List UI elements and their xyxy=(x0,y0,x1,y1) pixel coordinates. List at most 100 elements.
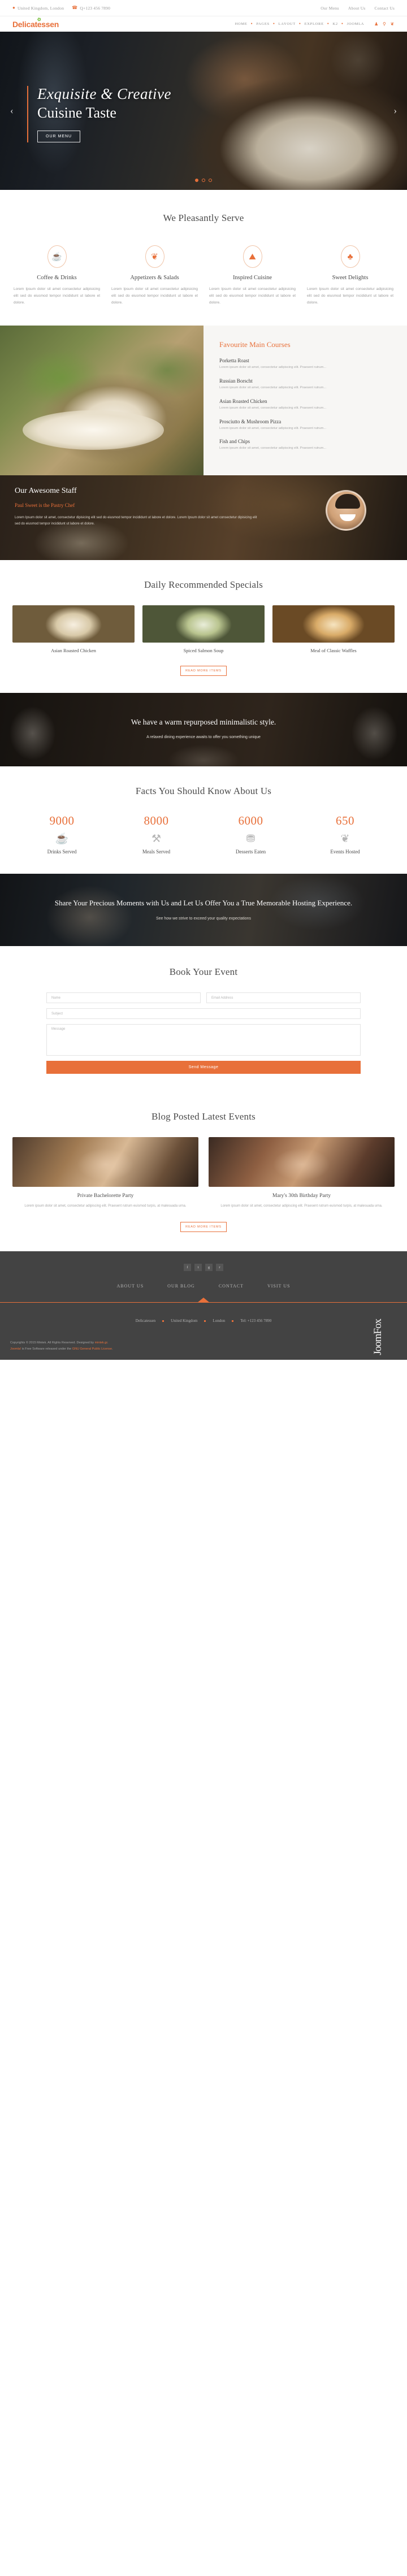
menu-item[interactable]: Prosciutto & Mushroom Pizza Lorem ipsum … xyxy=(219,419,390,432)
menu-item-name: Porketta Roast xyxy=(219,358,249,364)
footer-link-our-blog[interactable]: OUR BLOG xyxy=(167,1283,195,1289)
menu-item[interactable]: Fish and Chips Lorem ipsum dolor sit ame… xyxy=(219,439,390,452)
search-icon[interactable]: ⚲ xyxy=(383,21,387,27)
topbar-link-about-us[interactable]: About Us xyxy=(348,6,366,11)
cake-icon: ⛃ xyxy=(246,833,256,845)
joomla-link[interactable]: Joomla! xyxy=(10,1347,21,1351)
staff-title: Our Awesome Staff xyxy=(15,487,77,496)
topbar-link-our-menu[interactable]: Our Menu xyxy=(321,6,339,11)
service-text: Lorem Ipsum dolor sit amet consectetur a… xyxy=(14,287,100,305)
roast-dish-photo xyxy=(0,326,204,476)
footer-link-visit-us[interactable]: VISIT US xyxy=(267,1283,291,1289)
service-card-inspired-cuisine[interactable]: ⛰ Inspired Cuisine Lorem Ipsum dolor sit… xyxy=(204,245,301,306)
topbar-location: ● United Kingdom, London xyxy=(12,6,64,11)
cta-banner: Share Your Precious Moments with Us and … xyxy=(0,874,407,947)
hero-title-italic: Exquisite & Creative xyxy=(37,85,171,102)
specials-read-more-button[interactable]: Read More Items xyxy=(180,666,227,676)
rss-icon[interactable]: r xyxy=(216,1264,223,1272)
fact-number: 6000 xyxy=(238,814,263,828)
send-message-button[interactable]: Send Message xyxy=(46,1061,361,1074)
service-card-appetizers-salads[interactable]: ❦ Appetizers & Salads Lorem Ipsum dolor … xyxy=(106,245,204,306)
booking-form: Name Email Address Subject Message Send … xyxy=(34,992,373,1074)
services-section: We Pleasantly Serve ☕ Coffee & Drinks Lo… xyxy=(0,190,407,326)
nav-item-k2[interactable]: K2 xyxy=(333,22,338,26)
copyright-line-2: Joomla! is Free Software released under … xyxy=(10,1346,397,1352)
hero-cta-button[interactable]: Our Menu xyxy=(37,130,81,142)
nav-item-layout[interactable]: LAYOUT xyxy=(279,22,296,26)
service-card-sweet-delights[interactable]: ♣ Sweet Delights Lorem Ipsum dolor sit a… xyxy=(301,245,399,306)
gpl-license-link[interactable]: GNU General Public License xyxy=(72,1347,112,1351)
booking-form-row: Name Email Address xyxy=(46,992,361,1004)
designer-link[interactable]: mintek.gr xyxy=(95,1341,107,1345)
menu-item-desc: Lorem ipsum dolor sit amet, consectetur … xyxy=(219,446,327,450)
service-text: Lorem Ipsum dolor sit amet consectetur a… xyxy=(307,287,393,305)
special-card-spiced-salmon-soup[interactable]: Spiced Salmon Soup xyxy=(142,605,265,653)
fact-events-hosted: 650 ❦ Events Hosted xyxy=(298,814,392,855)
google-plus-icon[interactable]: g xyxy=(205,1264,213,1272)
bullet-icon xyxy=(232,1320,234,1322)
blog-grid: Private Bachelorette Party Lorem ipsum d… xyxy=(0,1137,407,1209)
fact-label: Meals Served xyxy=(142,849,171,855)
service-title: Appetizers & Salads xyxy=(130,275,179,281)
nav-item-pages[interactable]: PAGES xyxy=(256,22,270,26)
copyright-text: . xyxy=(107,1341,109,1345)
staff-name: Paul Sweet is xyxy=(15,502,44,509)
hero-dot-2[interactable] xyxy=(202,179,205,182)
copyright-text: . xyxy=(112,1347,113,1351)
nav-item-explore[interactable]: EXPLORE xyxy=(305,22,324,26)
bullet-icon xyxy=(204,1320,206,1322)
chevron-left-icon[interactable]: ‹ xyxy=(10,105,14,116)
staff-section: Our Awesome Staff Paul Sweet is the Past… xyxy=(0,475,407,561)
cta-text: See how we strive to exceed your quality… xyxy=(155,916,252,921)
fact-drinks-served: 9000 ☕ Drinks Served xyxy=(15,814,109,855)
subject-field[interactable]: Subject xyxy=(46,1008,361,1020)
topbar-location-label: United Kingdom, London xyxy=(18,5,64,11)
menu-item-desc: Lorem ipsum dolor sit amet, consectetur … xyxy=(219,406,327,410)
site-logo[interactable]: Delicatessen ✿ xyxy=(12,16,59,29)
header-icon-group: ♟ ⚲ ❦ xyxy=(374,21,395,27)
site-header: Delicatessen ✿ HOME ● PAGES ● LAYOUT ● EXPL… xyxy=(0,16,407,32)
footer-link-contact[interactable]: CONTACT xyxy=(219,1283,244,1289)
special-card-asian-roasted-chicken[interactable]: Asian Roasted Chicken xyxy=(12,605,135,653)
cta-heading: Share Your Precious Moments with Us and … xyxy=(54,899,353,907)
facts-title: Facts You Should Know About Us xyxy=(135,786,272,797)
quote-banner: We have a warm repurposed minimalistic s… xyxy=(0,693,407,767)
blog-post-birthday[interactable]: Mary's 30th Birthday Party Lorem ipsum d… xyxy=(209,1137,395,1209)
salad-bowl-icon: ❦ xyxy=(145,245,164,268)
chef-avatar xyxy=(326,490,366,531)
nav-item-joomla[interactable]: JOOMLA xyxy=(347,22,365,26)
fact-label: Desserts Eaten xyxy=(235,849,266,855)
hero-dot-3[interactable] xyxy=(209,179,212,182)
fact-label: Events Hosted xyxy=(330,849,360,855)
twitter-icon[interactable]: t xyxy=(194,1264,202,1272)
message-field[interactable]: Message xyxy=(46,1024,361,1056)
email-field[interactable]: Email Address xyxy=(206,992,361,1004)
menu-item[interactable]: Russian Borscht Lorem ipsum dolor sit am… xyxy=(219,378,390,391)
menu-item-name: Fish and Chips xyxy=(219,439,250,445)
footer-link-about-us[interactable]: ABOUT US xyxy=(117,1283,144,1289)
blog-read-more-button[interactable]: Read More Items xyxy=(180,1222,227,1233)
nav-item-home[interactable]: HOME xyxy=(235,22,248,26)
bachelorette-party-photo xyxy=(12,1137,198,1187)
menu-item-desc: Lorem ipsum dolor sit amet, consectetur … xyxy=(219,426,327,430)
hero-dot-1[interactable] xyxy=(195,179,198,182)
facts-section: Facts You Should Know About Us 9000 ☕ Dr… xyxy=(0,766,407,874)
staff-text: Lorem Ipsum dolor sit amet, consectetur … xyxy=(15,516,257,526)
special-card-classic-waffles[interactable]: Meal of Classic Waffles xyxy=(272,605,395,653)
menu-item[interactable]: Porketta Roast Lorem ipsum dolor sit ame… xyxy=(219,358,390,371)
chevron-right-icon[interactable]: › xyxy=(393,105,397,116)
service-card-coffee-drinks[interactable]: ☕ Coffee & Drinks Lorem Ipsum dolor sit … xyxy=(8,245,106,306)
blog-post-bachelorette[interactable]: Private Bachelorette Party Lorem ipsum d… xyxy=(12,1137,198,1209)
nav-separator-icon: ● xyxy=(272,23,275,25)
topbar-link-contact-us[interactable]: Contact Us xyxy=(374,6,395,11)
name-field[interactable]: Name xyxy=(46,992,201,1004)
facebook-icon[interactable]: f xyxy=(184,1264,191,1272)
menu-item[interactable]: Asian Roasted Chicken Lorem ipsum dolor … xyxy=(219,398,390,411)
page-root: ● United Kingdom, London ☎ Q+123 456 789… xyxy=(0,0,407,1360)
user-icon[interactable]: ♟ xyxy=(374,21,379,27)
copyright-line-1: Copyrights © 2015 Mintek. All Rights Res… xyxy=(10,1340,397,1346)
cart-icon[interactable]: ❦ xyxy=(391,21,395,27)
nav-separator-icon: ● xyxy=(327,23,330,25)
service-text: Lorem Ipsum dolor sit amet consectetur a… xyxy=(111,287,198,305)
service-text: Lorem Ipsum dolor sit amet consectetur a… xyxy=(209,287,296,305)
